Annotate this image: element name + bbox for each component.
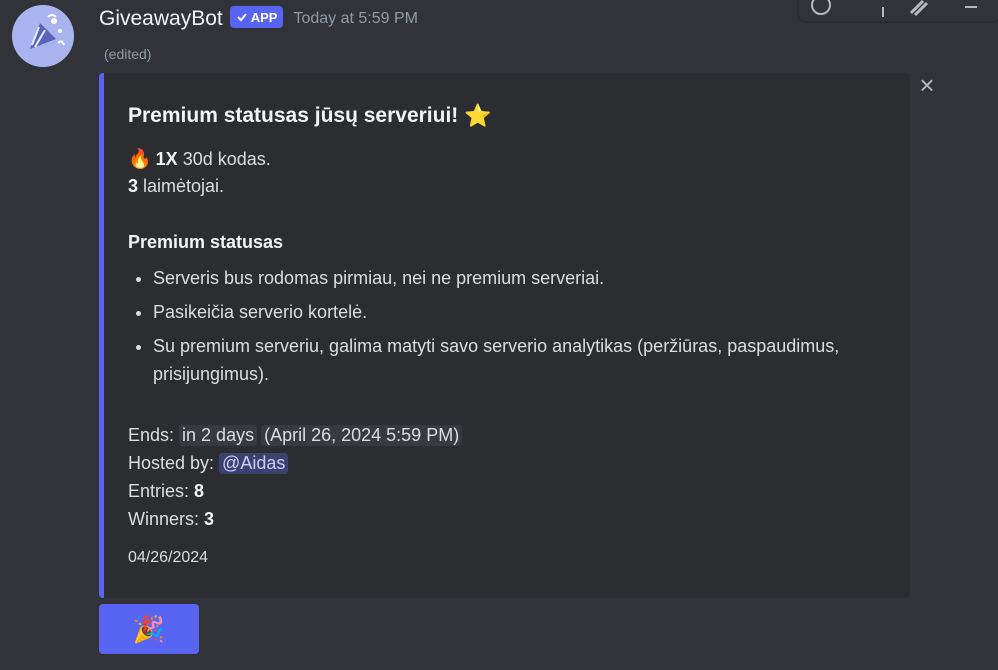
- list-item: Pasikeičia serverio kortelė.: [153, 298, 853, 326]
- hosted-line: Hosted by: @Aidas: [128, 453, 289, 474]
- footer-date: 04/26/2024: [128, 549, 209, 566]
- message-toolbar: [798, 0, 998, 22]
- bot-avatar[interactable]: [12, 5, 74, 67]
- winners-text: laimėtojai.: [143, 176, 225, 196]
- add-reaction-icon[interactable]: [809, 0, 833, 17]
- winners-value: 3: [204, 509, 215, 529]
- ends-absolute-text: April 26, 2024 5:59 PM: [270, 425, 454, 445]
- app-badge-label: APP: [250, 9, 278, 25]
- entries-value: 8: [194, 481, 205, 501]
- embed-title: Premium statusas jūsų serveriui! ⭐: [128, 103, 492, 129]
- message-timestamp[interactable]: Today at 5:59 PM: [293, 10, 418, 28]
- giveaway-embed: Premium statusas jūsų serveriui! ⭐ 🔥 1X …: [99, 73, 910, 598]
- reply-icon[interactable]: [871, 0, 895, 17]
- entries-line: Entries: 8: [128, 481, 204, 502]
- username[interactable]: GiveawayBot: [99, 7, 223, 31]
- close-icon[interactable]: ×: [916, 72, 938, 98]
- prize-line: 🔥 1X 30d kodas.: [128, 147, 271, 171]
- section-heading: Premium statusas: [128, 232, 284, 252]
- ends-label: Ends:: [128, 425, 175, 445]
- thread-icon[interactable]: [907, 0, 931, 17]
- embed-title-text: Premium statusas jūsų serveriui!: [128, 104, 459, 127]
- fire-icon: 🔥: [128, 149, 152, 170]
- prize-count: 1X: [155, 148, 178, 169]
- ends-line: Ends: in 2 days (April 26, 2024 5:59 PM): [128, 425, 463, 446]
- host-mention[interactable]: @Aidas: [219, 453, 289, 474]
- winners-count-line: 3 laimėtojai.: [128, 176, 224, 197]
- winners-label: Winners:: [128, 509, 200, 529]
- party-popper-avatar-icon: [12, 5, 74, 67]
- entries-label: Entries:: [128, 481, 190, 501]
- verified-check-icon: [237, 13, 247, 22]
- hosted-label: Hosted by:: [128, 453, 215, 473]
- star-icon: ⭐: [464, 103, 492, 128]
- list-item: Serveris bus rodomas pirmiau, nei ne pre…: [153, 264, 853, 292]
- edited-indicator: (edited): [104, 46, 152, 62]
- benefits-list: Serveris bus rodomas pirmiau, nei ne pre…: [128, 264, 853, 394]
- party-popper-icon: 🎉: [132, 613, 166, 644]
- message-header: GiveawayBot APP Today at 5:59 PM: [99, 4, 418, 34]
- winners-line: Winners: 3: [128, 509, 214, 530]
- prize-text: 30d kodas.: [182, 148, 271, 169]
- winners-count: 3: [128, 176, 139, 196]
- app-badge: APP: [229, 6, 284, 28]
- ends-relative-time[interactable]: in 2 days: [179, 425, 258, 446]
- more-options-icon[interactable]: [959, 0, 983, 17]
- ends-absolute-time[interactable]: (April 26, 2024 5:59 PM): [261, 425, 463, 446]
- enter-giveaway-button[interactable]: 🎉: [99, 604, 199, 654]
- list-item: Su premium serveriu, galima matyti savo …: [153, 332, 853, 388]
